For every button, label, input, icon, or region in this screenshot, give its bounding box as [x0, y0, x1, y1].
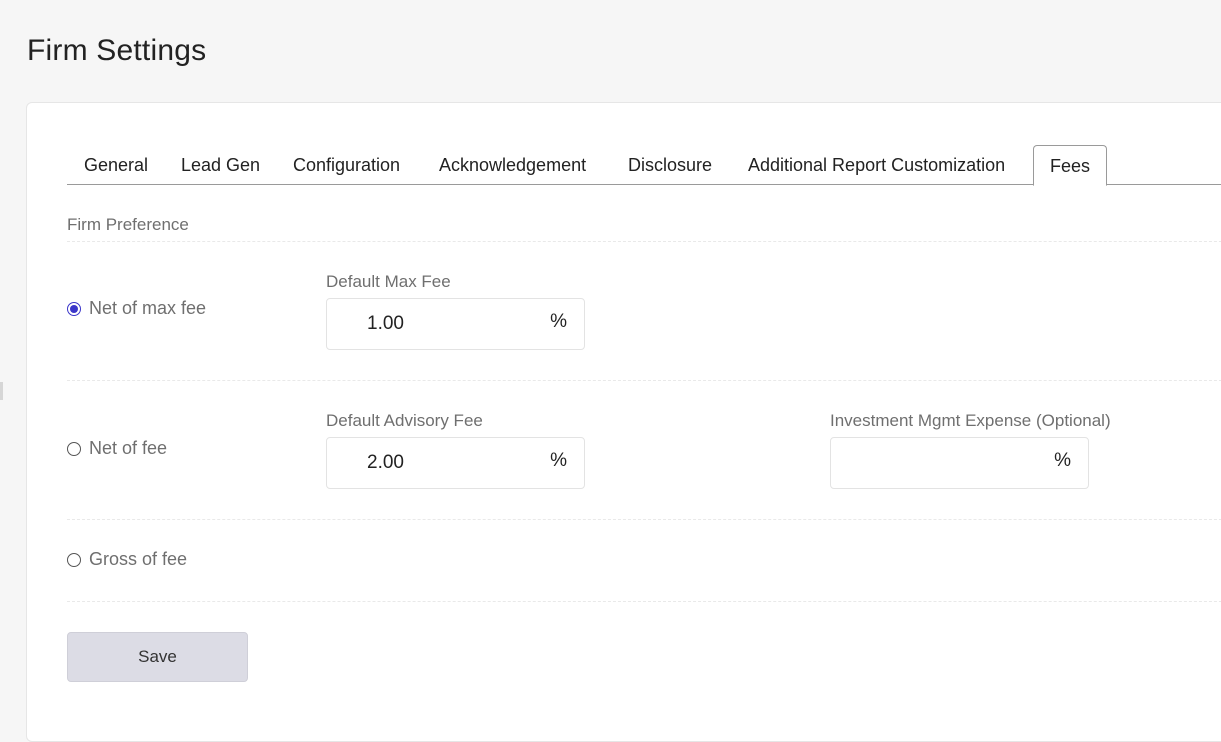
tab-additional-report-customization[interactable]: Additional Report Customization — [732, 145, 1021, 186]
radio-unchecked-icon[interactable] — [67, 441, 81, 456]
save-button[interactable]: Save — [67, 632, 248, 682]
tab-lead-gen[interactable]: Lead Gen — [165, 145, 276, 186]
default-max-fee-field: % — [326, 298, 585, 350]
net-of-max-fee-label: Net of max fee — [89, 298, 207, 318]
tab-configuration[interactable]: Configuration — [277, 145, 416, 186]
default-advisory-fee-input[interactable] — [367, 450, 537, 476]
settings-tabs: General Lead Gen Configuration Acknowled… — [67, 145, 1221, 186]
firm-preference-label: Firm Preference — [67, 215, 189, 234]
default-advisory-fee-label: Default Advisory Fee — [326, 411, 483, 430]
radio-unchecked-icon[interactable] — [67, 552, 81, 567]
tab-acknowledgement[interactable]: Acknowledgement — [423, 145, 602, 186]
percent-unit: % — [550, 450, 567, 471]
net-of-max-fee-option[interactable]: Net of max fee — [67, 298, 206, 319]
tab-general[interactable]: General — [68, 145, 164, 186]
default-max-fee-label: Default Max Fee — [326, 272, 451, 291]
tab-disclosure[interactable]: Disclosure — [612, 145, 728, 186]
settings-card: General Lead Gen Configuration Acknowled… — [26, 102, 1221, 742]
sidebar-edge-handle — [0, 382, 3, 400]
divider — [67, 380, 1221, 381]
default-advisory-fee-field: % — [326, 437, 585, 489]
divider — [67, 519, 1221, 520]
net-of-fee-option[interactable]: Net of fee — [67, 438, 167, 459]
percent-unit: % — [550, 311, 567, 332]
net-of-fee-label: Net of fee — [89, 438, 168, 458]
radio-checked-icon[interactable] — [67, 301, 81, 316]
divider — [67, 241, 1221, 242]
investment-mgmt-expense-field: % — [830, 437, 1089, 489]
default-max-fee-input[interactable] — [367, 311, 537, 337]
divider — [67, 601, 1221, 602]
investment-mgmt-expense-label: Investment Mgmt Expense (Optional) — [830, 411, 1111, 430]
investment-mgmt-expense-input[interactable] — [871, 450, 1041, 476]
gross-of-fee-label: Gross of fee — [89, 549, 188, 569]
gross-of-fee-option[interactable]: Gross of fee — [67, 549, 187, 570]
page-title: Firm Settings — [27, 34, 207, 67]
tab-fees[interactable]: Fees — [1033, 145, 1108, 186]
percent-unit: % — [1054, 450, 1071, 471]
